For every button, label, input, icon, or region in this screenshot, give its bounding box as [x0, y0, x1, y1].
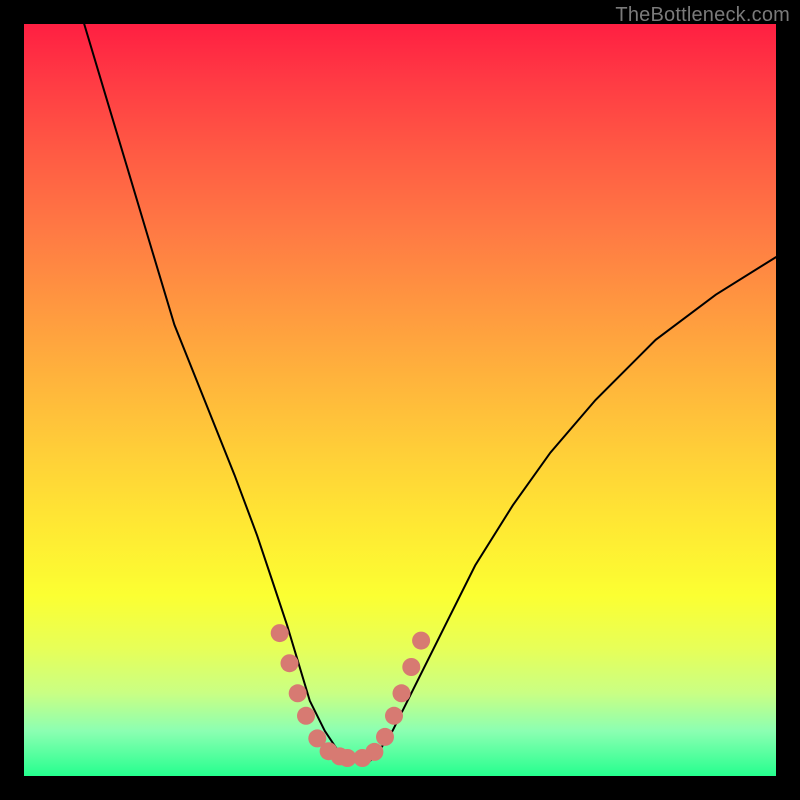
- chart-svg: [24, 24, 776, 776]
- highlight-dot: [297, 707, 315, 725]
- highlight-dot: [393, 684, 411, 702]
- highlight-dots-group: [271, 624, 430, 767]
- highlight-dot: [402, 658, 420, 676]
- highlight-dot: [281, 654, 299, 672]
- highlight-dot: [376, 728, 394, 746]
- bottleneck-curve: [84, 24, 776, 761]
- highlight-dot: [385, 707, 403, 725]
- highlight-dot: [412, 632, 430, 650]
- highlight-dot: [365, 743, 383, 761]
- highlight-dot: [289, 684, 307, 702]
- highlight-dot: [271, 624, 289, 642]
